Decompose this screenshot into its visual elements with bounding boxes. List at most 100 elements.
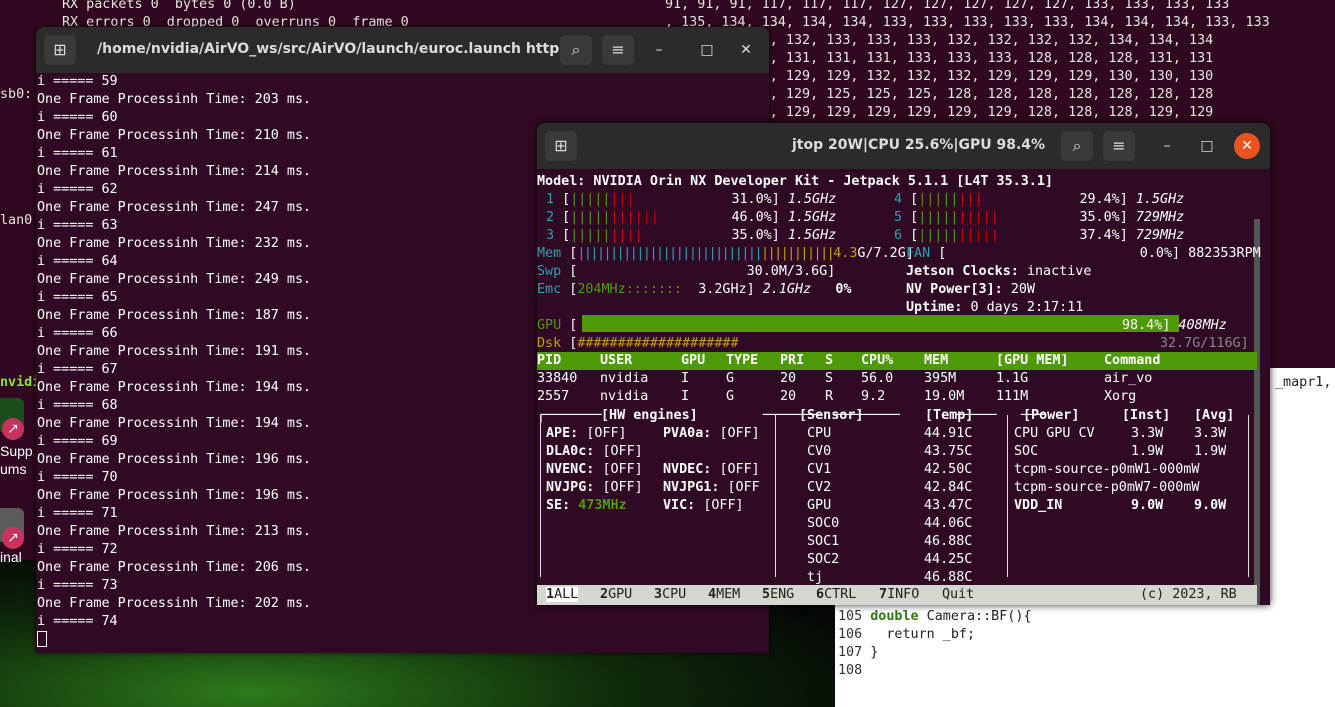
sensor-temp: 46.88C xyxy=(924,534,973,549)
footer-tab-info[interactable]: 7INFO xyxy=(879,587,919,602)
cpu-id: 3 xyxy=(546,228,555,243)
footer-tab-label: MEM xyxy=(716,587,741,602)
cpu-id: 6 xyxy=(894,228,903,243)
terminal-line: One Frame Processinh Time: 210 ms. xyxy=(37,128,312,143)
cpu-bracket: ] xyxy=(771,192,788,207)
process-cell[interactable]: 395M xyxy=(924,370,956,388)
process-cell[interactable]: 19.0M xyxy=(924,388,964,406)
hw-nvjpg: NVJPG: [OFF] xyxy=(546,480,643,495)
line-number: 107 xyxy=(838,645,871,660)
menu-icon[interactable]: ≡ xyxy=(602,35,634,65)
new-tab-icon[interactable]: ⊞ xyxy=(545,131,577,161)
swap-row: Swp [ 30.0M/3.6G] xyxy=(537,264,836,279)
process-column-header: PID xyxy=(537,353,562,368)
cpu-bracket: ] xyxy=(1119,228,1136,243)
process-cell[interactable]: 56.0 xyxy=(861,370,893,388)
power-rail-name: SOC xyxy=(1014,444,1039,459)
menu-icon[interactable]: ≡ xyxy=(1103,131,1135,161)
close-icon[interactable]: ✕ xyxy=(733,37,759,63)
process-cell[interactable]: R xyxy=(825,388,833,406)
terminal-line: One Frame Processinh Time: 196 ms. xyxy=(37,488,312,503)
footer-tab-eng[interactable]: 5ENG xyxy=(762,587,794,602)
footer-tab-ctrl[interactable]: 6CTRL xyxy=(816,587,856,602)
cpu-freq: 1.5GHz xyxy=(1135,192,1185,207)
search-icon[interactable]: ⌕ xyxy=(1061,131,1093,161)
footer-tab-quit[interactable]: Quit xyxy=(942,587,974,602)
process-cell[interactable]: I xyxy=(681,388,689,406)
cpu-bracket: [ xyxy=(554,192,571,207)
sensor-temp: 44.91C xyxy=(924,426,973,441)
process-cell[interactable]: 111M xyxy=(996,388,1028,406)
terminal-line: One Frame Processinh Time: 202 ms. xyxy=(37,596,312,611)
process-cell[interactable]: 20 xyxy=(780,388,796,406)
cpu-bars-sys: |||||| xyxy=(610,210,659,225)
maximize-icon[interactable]: □ xyxy=(694,37,720,63)
terminal-line: One Frame Processinh Time: 194 ms. xyxy=(37,380,312,395)
maximize-icon[interactable]: □ xyxy=(1194,133,1220,159)
cpu-freq: 729MHz xyxy=(1135,228,1185,243)
sensor-temp: 42.84C xyxy=(924,480,973,495)
cpu-pad xyxy=(999,228,1080,243)
process-cell[interactable]: S xyxy=(825,370,833,388)
footer-tab-all[interactable]: 1ALL xyxy=(546,587,579,602)
scrollbar[interactable] xyxy=(1254,219,1260,605)
new-tab-icon[interactable]: ⊞ xyxy=(44,35,76,65)
sensor-name: GPU xyxy=(807,498,832,513)
cpu-id: 4 xyxy=(894,192,903,207)
process-cell[interactable]: 9.2 xyxy=(861,388,885,406)
sensor-temp: 42.50C xyxy=(924,462,973,477)
power-avg: 3.3W xyxy=(1194,426,1227,441)
minimize-icon[interactable]: – xyxy=(1154,133,1180,159)
terminal-line: One Frame Processinh Time: 203 ms. xyxy=(37,92,312,107)
code-line: 108 xyxy=(838,662,1032,680)
footer-tab-mem[interactable]: 4MEM xyxy=(708,587,740,602)
process-cell[interactable]: nvidia xyxy=(600,370,648,388)
footer-tab-gpu[interactable]: 2GPU xyxy=(600,587,632,602)
panel-divider xyxy=(775,415,776,577)
process-cell[interactable]: 2557 xyxy=(537,388,569,406)
cpu-id: 5 xyxy=(894,210,903,225)
code-text: return _bf; xyxy=(870,627,976,642)
minimize-icon[interactable]: – xyxy=(646,37,672,63)
process-cell[interactable]: G xyxy=(726,388,734,406)
footer-tab-cpu[interactable]: 3CPU xyxy=(654,587,686,602)
terminal-titlebar[interactable]: ⊞ /home/nvidia/AirVO_ws/src/AirVO/launch… xyxy=(36,27,769,73)
process-cell[interactable]: 20 xyxy=(780,370,796,388)
cpu-pad xyxy=(643,228,732,243)
process-cell[interactable]: Xorg xyxy=(1104,388,1136,406)
code-line: 107 } xyxy=(838,644,1032,662)
gpu-usage-bar xyxy=(582,315,1179,332)
power-rail-name: VDD_IN xyxy=(1014,498,1063,513)
search-icon[interactable]: ⌕ xyxy=(560,35,592,65)
terminal-line: i ===== 67 xyxy=(37,362,118,377)
process-cell[interactable]: air_vo xyxy=(1104,370,1152,388)
process-column-header: PRI xyxy=(780,353,805,368)
hw-nvjpg1: NVJPG1: [OFF xyxy=(663,480,760,495)
footer-tab-key: 1 xyxy=(546,587,555,602)
process-column-header: [GPU MEM] xyxy=(996,353,1069,368)
terminal-line: i ===== 62 xyxy=(37,182,118,197)
process-cell[interactable]: 33840 xyxy=(537,370,577,388)
power-avg: 9.0W xyxy=(1194,498,1227,513)
sensor-name: SOC2 xyxy=(807,552,840,567)
process-cell[interactable]: I xyxy=(681,370,689,388)
line-number: 108 xyxy=(838,663,871,678)
cpu-row-3: 3 [||||||||| 35.0%] 1.5GHz xyxy=(546,227,836,245)
power-rail-name: tcpm-source-p0mW1-000mW xyxy=(1014,462,1200,477)
process-cell[interactable]: 1.1G xyxy=(996,370,1028,388)
process-cell[interactable]: nvidia xyxy=(600,388,648,406)
power-inst: 3.3W xyxy=(1131,426,1164,441)
terminal-output[interactable]: i ===== 59 One Frame Processinh Time: 203… xyxy=(37,73,311,649)
footer-tab-key: 5 xyxy=(762,587,771,602)
side-label-lan0: lan0 xyxy=(0,213,33,228)
jtop-titlebar[interactable]: ⊞ jtop 20W|CPU 25.6%|GPU 98.4% ⌕ ≡ – □ ✕ xyxy=(537,123,1270,169)
dock-label-supp: Supp xyxy=(0,443,33,459)
close-icon[interactable]: ✕ xyxy=(1234,133,1260,159)
dock-label-ums: ums xyxy=(0,461,27,477)
process-cell[interactable]: G xyxy=(726,370,734,388)
code-text: } xyxy=(870,645,879,660)
process-column-header: CPU% xyxy=(861,353,894,368)
avg-title: [Avg] xyxy=(1194,408,1235,423)
power-inst: 9.0W xyxy=(1131,498,1164,513)
hw-se: SE: 473MHz xyxy=(546,498,627,513)
